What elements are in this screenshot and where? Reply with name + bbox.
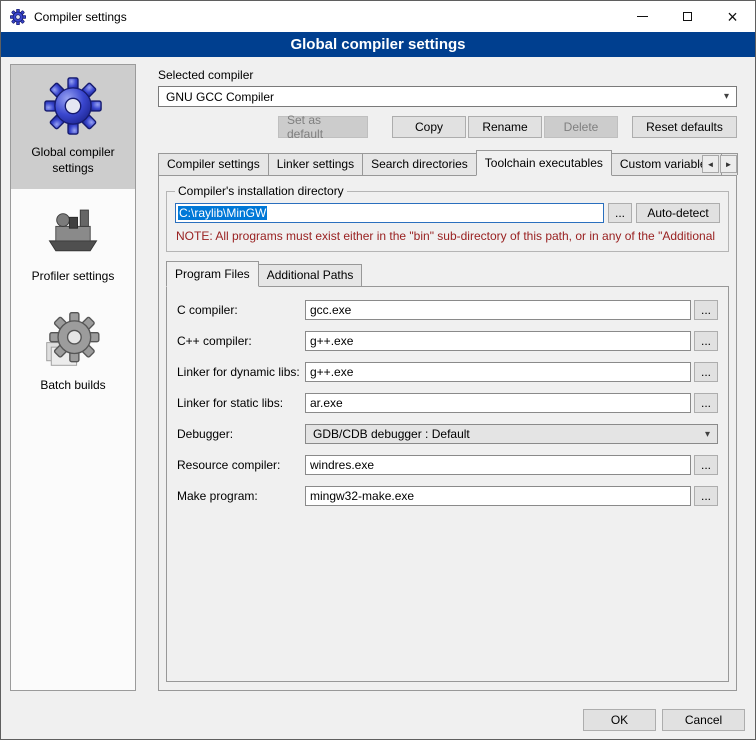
reset-defaults-button[interactable]: Reset defaults <box>632 116 737 138</box>
make-program-input[interactable] <box>305 486 691 506</box>
dynamic-linker-input[interactable] <box>305 362 691 382</box>
sidebar-item-label: Global compiler settings <box>14 145 132 176</box>
compiler-actions: Set as default Copy Rename Delete Reset … <box>158 116 737 138</box>
tab-scroll-left-icon[interactable]: ◄ <box>702 155 719 173</box>
c-compiler-input[interactable] <box>305 300 691 320</box>
blue-gear-icon <box>44 77 102 135</box>
set-as-default-button[interactable]: Set as default <box>278 116 368 138</box>
field-row: Make program: ... <box>177 486 718 506</box>
delete-button[interactable]: Delete <box>544 116 618 138</box>
field-row: C++ compiler: ... <box>177 331 718 351</box>
sidebar-item-batch-builds[interactable]: Batch builds <box>11 298 135 407</box>
tab-scroll-controls: ◄ ► <box>701 155 737 173</box>
install-dir-value: C:\raylib\MinGW <box>178 206 267 220</box>
copy-button[interactable]: Copy <box>392 116 466 138</box>
sidebar-item-label: Batch builds <box>40 378 105 394</box>
close-icon: × <box>727 8 738 26</box>
compiler-select-value: GNU GCC Compiler <box>166 90 274 104</box>
static-linker-label: Linker for static libs: <box>177 396 305 410</box>
field-row: Debugger: GDB/CDB debugger : Default ▾ <box>177 424 718 444</box>
c-compiler-label: C compiler: <box>177 303 305 317</box>
debugger-select[interactable]: GDB/CDB debugger : Default ▾ <box>305 424 718 444</box>
minimize-icon <box>637 16 648 17</box>
settings-sidebar: Global compiler settings Profiler settin… <box>10 64 136 691</box>
program-files-panel: C compiler: ... C++ compiler: ... Linker… <box>166 286 729 682</box>
installation-directory-row: C:\raylib\MinGW ... Auto-detect <box>175 203 720 223</box>
settings-tabstrip: Compiler settings Linker settings Search… <box>158 152 737 175</box>
dialog-footer: OK Cancel <box>583 709 745 731</box>
cpp-compiler-label: C++ compiler: <box>177 334 305 348</box>
chevron-down-icon: ▾ <box>705 429 710 440</box>
cpp-compiler-browse-button[interactable]: ... <box>694 331 718 351</box>
selected-compiler-label: Selected compiler <box>158 68 737 82</box>
resource-compiler-label: Resource compiler: <box>177 458 305 472</box>
profiler-plane-icon <box>44 201 102 259</box>
resource-compiler-input[interactable] <box>305 455 691 475</box>
tab-scroll-right-icon[interactable]: ► <box>720 155 737 173</box>
cancel-button[interactable]: Cancel <box>662 709 745 731</box>
maximize-icon <box>683 12 692 21</box>
dynamic-linker-browse-button[interactable]: ... <box>694 362 718 382</box>
tab-program-files[interactable]: Program Files <box>166 261 259 287</box>
sidebar-item-global-compiler-settings[interactable]: Global compiler settings <box>11 65 135 189</box>
window-title: Compiler settings <box>34 10 127 24</box>
tab-search-directories[interactable]: Search directories <box>362 153 477 175</box>
static-linker-input[interactable] <box>305 393 691 413</box>
resource-compiler-browse-button[interactable]: ... <box>694 455 718 475</box>
make-program-label: Make program: <box>177 489 305 503</box>
c-compiler-browse-button[interactable]: ... <box>694 300 718 320</box>
compiler-settings-dialog: Compiler settings × Global compiler sett… <box>0 0 756 740</box>
ok-button[interactable]: OK <box>583 709 656 731</box>
sidebar-item-label: Profiler settings <box>32 269 115 285</box>
page-title: Global compiler settings <box>1 32 755 57</box>
tab-compiler-settings[interactable]: Compiler settings <box>158 153 269 175</box>
dynamic-linker-label: Linker for dynamic libs: <box>177 365 305 379</box>
tab-toolchain-executables[interactable]: Toolchain executables <box>476 150 612 176</box>
note-text: NOTE: All programs must exist either in … <box>176 229 719 243</box>
chevron-down-icon: ▾ <box>724 91 729 102</box>
titlebar: Compiler settings × <box>1 1 755 32</box>
cpp-compiler-input[interactable] <box>305 331 691 351</box>
field-row: Linker for dynamic libs: ... <box>177 362 718 382</box>
installation-directory-legend: Compiler's installation directory <box>175 184 347 198</box>
window-icon <box>10 9 26 25</box>
rename-button[interactable]: Rename <box>468 116 542 138</box>
program-files-tabstrip: Program Files Additional Paths <box>166 263 729 286</box>
field-row: C compiler: ... <box>177 300 718 320</box>
main-area: Selected compiler GNU GCC Compiler ▾ Set… <box>149 63 746 691</box>
debugger-label: Debugger: <box>177 427 305 441</box>
install-dir-input[interactable]: C:\raylib\MinGW <box>175 203 604 223</box>
field-row: Resource compiler: ... <box>177 455 718 475</box>
tab-linker-settings[interactable]: Linker settings <box>268 153 363 175</box>
debugger-select-value: GDB/CDB debugger : Default <box>313 427 470 441</box>
static-linker-browse-button[interactable]: ... <box>694 393 718 413</box>
minimize-button[interactable] <box>620 1 665 32</box>
sidebar-item-profiler-settings[interactable]: Profiler settings <box>11 189 135 298</box>
toolchain-panel: Compiler's installation directory C:\ray… <box>158 175 737 691</box>
compiler-select[interactable]: GNU GCC Compiler ▾ <box>158 86 737 107</box>
make-program-browse-button[interactable]: ... <box>694 486 718 506</box>
auto-detect-button[interactable]: Auto-detect <box>636 203 720 223</box>
field-row: Linker for static libs: ... <box>177 393 718 413</box>
maximize-button[interactable] <box>665 1 710 32</box>
gray-gear-stack-icon <box>44 310 102 368</box>
installation-directory-group: Compiler's installation directory C:\ray… <box>166 184 729 252</box>
window-controls: × <box>620 1 755 32</box>
close-button[interactable]: × <box>710 1 755 32</box>
install-dir-browse-button[interactable]: ... <box>608 203 632 223</box>
tab-additional-paths[interactable]: Additional Paths <box>258 264 363 286</box>
